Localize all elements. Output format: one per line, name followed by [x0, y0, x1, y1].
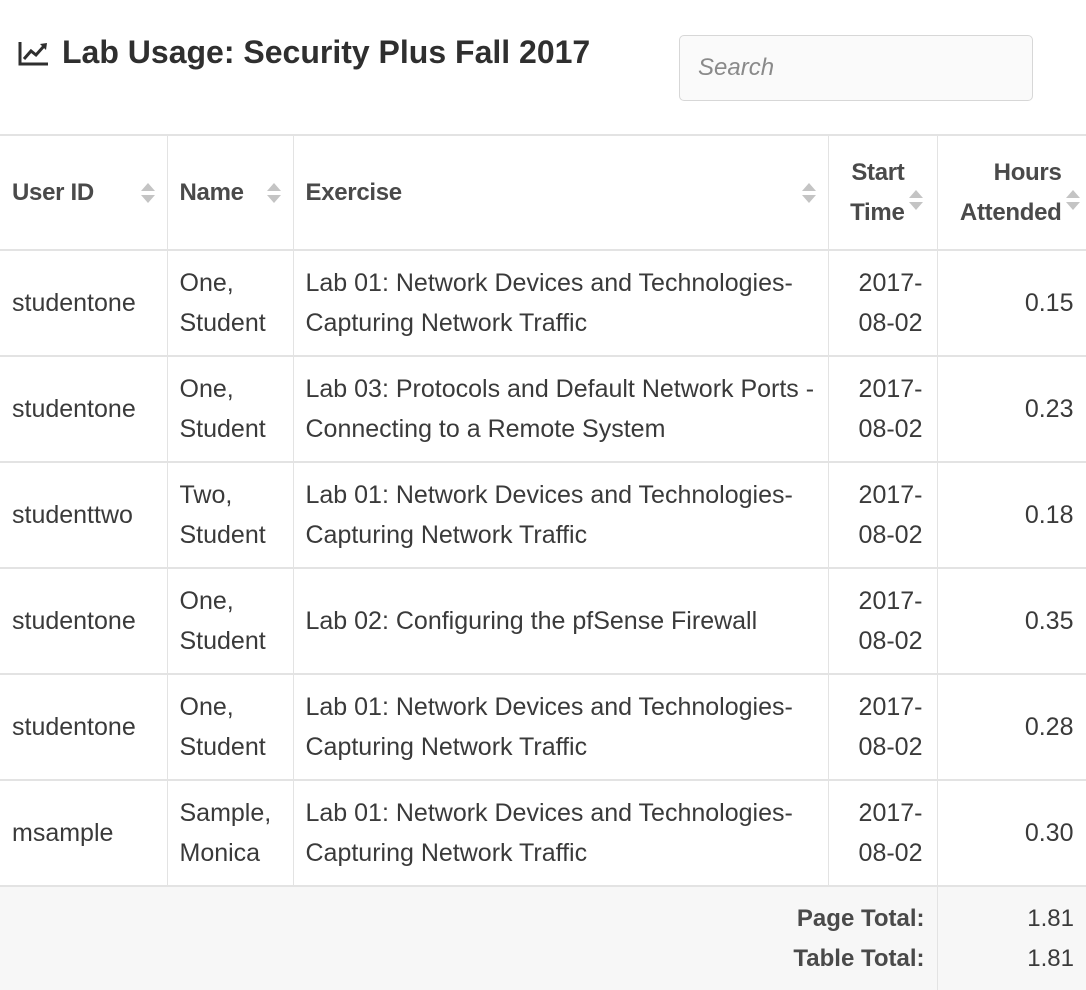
cell-start-time: 2017-08-02 [828, 568, 938, 675]
column-label: Start Time [850, 158, 905, 226]
cell-name: One, Student [167, 356, 294, 463]
search-input[interactable] [679, 35, 1033, 101]
cell-user-id: msample [0, 780, 168, 887]
totals-labels: Page Total: Table Total: [0, 886, 938, 990]
cell-user-id: studentone [0, 674, 168, 781]
totals-values: 1.81 1.81 [937, 886, 1086, 990]
cell-exercise: Lab 03: Protocols and Default Network Po… [293, 356, 829, 463]
table-total-label: Table Total: [793, 944, 925, 972]
lab-usage-table: User ID Name Exercise Start Time Hours A… [0, 136, 1086, 990]
table-footer-row: Page Total: Table Total: 1.81 1.81 [0, 886, 1086, 990]
sort-icon [801, 183, 816, 203]
cell-hours: 0.30 [937, 780, 1086, 887]
cell-hours: 0.18 [937, 462, 1086, 569]
cell-exercise: Lab 01: Network Devices and Technologies… [293, 250, 829, 357]
table-total-value: 1.81 [1027, 944, 1074, 972]
column-header-hours-attended[interactable]: Hours Attended [937, 136, 1086, 251]
cell-exercise: Lab 01: Network Devices and Technologies… [293, 674, 829, 781]
cell-start-time: 2017-08-02 [828, 356, 938, 463]
column-header-exercise[interactable]: Exercise [293, 136, 829, 251]
column-header-user-id[interactable]: User ID [0, 136, 168, 251]
table-row: studentone One, Student Lab 01: Network … [0, 250, 1086, 357]
cell-hours: 0.15 [937, 250, 1086, 357]
page-total-value: 1.81 [1027, 904, 1074, 932]
page-header: Lab Usage: Security Plus Fall 2017 [0, 0, 1086, 136]
cell-exercise: Lab 01: Network Devices and Technologies… [293, 462, 829, 569]
cell-name: Sample, Monica [167, 780, 294, 887]
cell-user-id: studentone [0, 250, 168, 357]
cell-user-id: studentone [0, 356, 168, 463]
cell-hours: 0.23 [937, 356, 1086, 463]
cell-exercise: Lab 02: Configuring the pfSense Firewall [293, 568, 829, 675]
sort-icon [1065, 190, 1080, 211]
table-row: msample Sample, Monica Lab 01: Network D… [0, 780, 1086, 887]
line-chart-icon [18, 41, 48, 65]
column-header-start-time[interactable]: Start Time [828, 136, 938, 251]
cell-start-time: 2017-08-02 [828, 674, 938, 781]
cell-exercise: Lab 01: Network Devices and Technologies… [293, 780, 829, 887]
column-label: User ID [12, 178, 94, 206]
sort-icon [140, 183, 155, 203]
cell-name: One, Student [167, 674, 294, 781]
cell-start-time: 2017-08-02 [828, 250, 938, 357]
table-row: studenttwo Two, Student Lab 01: Network … [0, 462, 1086, 569]
cell-hours: 0.28 [937, 674, 1086, 781]
column-header-name[interactable]: Name [167, 136, 294, 251]
cell-user-id: studenttwo [0, 462, 168, 569]
cell-name: One, Student [167, 250, 294, 357]
page-total-label: Page Total: [796, 904, 925, 932]
sort-icon [266, 183, 281, 203]
column-label: Exercise [305, 178, 403, 206]
cell-name: Two, Student [167, 462, 294, 569]
table-row: studentone One, Student Lab 02: Configur… [0, 568, 1086, 675]
cell-start-time: 2017-08-02 [828, 780, 938, 887]
cell-user-id: studentone [0, 568, 168, 675]
column-label: Hours Attended [959, 158, 1062, 226]
table-row: studentone One, Student Lab 01: Network … [0, 674, 1086, 781]
page-title: Lab Usage: Security Plus Fall 2017 [18, 34, 590, 71]
page-title-text: Lab Usage: Security Plus Fall 2017 [62, 34, 591, 70]
cell-name: One, Student [167, 568, 294, 675]
cell-start-time: 2017-08-02 [828, 462, 938, 569]
table-header-row: User ID Name Exercise Start Time Hours A… [0, 136, 1086, 251]
sort-icon [908, 190, 923, 211]
column-label: Name [179, 178, 244, 206]
cell-hours: 0.35 [937, 568, 1086, 675]
table-row: studentone One, Student Lab 03: Protocol… [0, 356, 1086, 463]
